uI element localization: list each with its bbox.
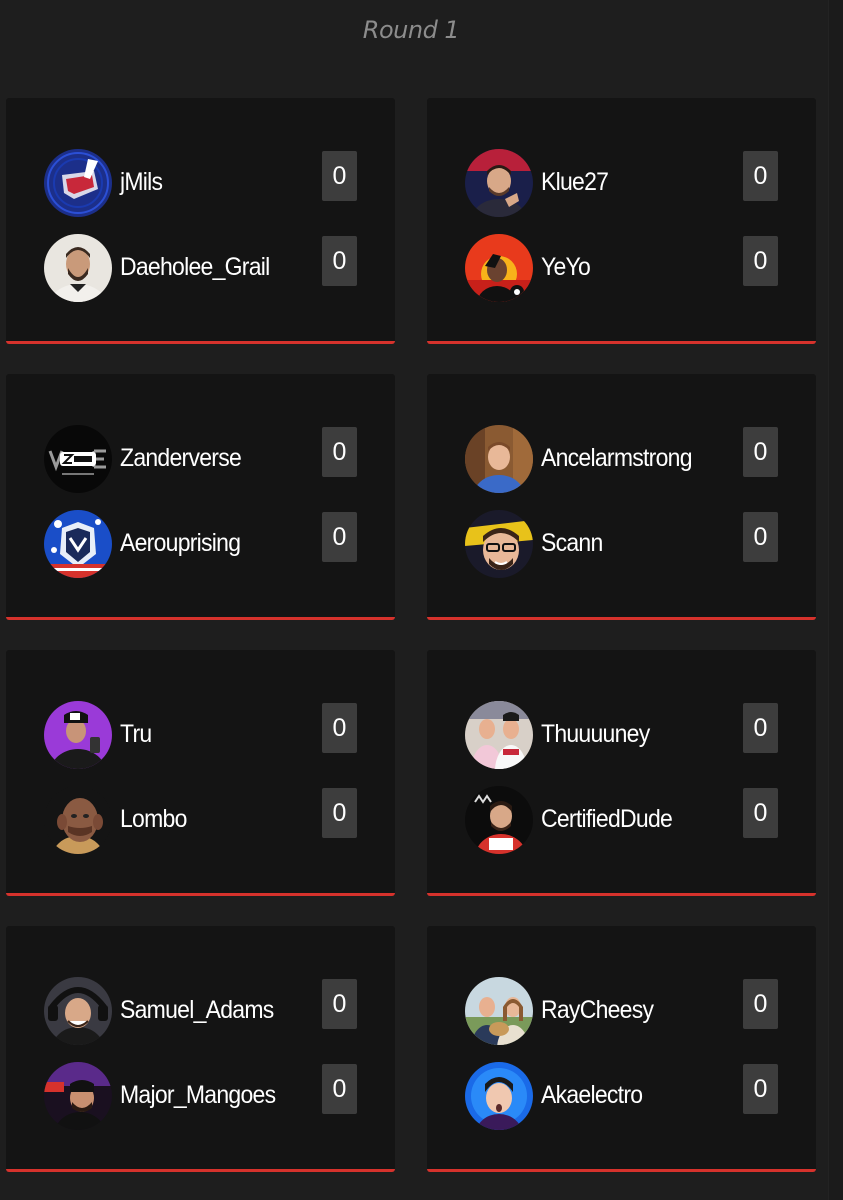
profile-photo-avatar [465, 1062, 533, 1130]
match-card[interactable]: Klue27 0 YeYo 0 [427, 98, 816, 344]
profile-photo-avatar [44, 234, 112, 302]
player-row[interactable]: RayCheesy 0 [465, 977, 778, 1047]
profile-photo-avatar [44, 786, 112, 854]
player-score: 0 [743, 979, 778, 1029]
jmils-logo-avatar [44, 149, 112, 217]
player-row[interactable]: Thuuuuney 0 [465, 701, 778, 771]
player-name: jMils [120, 168, 163, 196]
match-card[interactable]: Tru 0 Lombo 0 [6, 650, 395, 896]
match-card[interactable]: Zanderverse 0 Aerouprising 0 [6, 374, 395, 620]
player-name: Daeholee_Grail [120, 253, 270, 281]
player-row[interactable]: Major_Mangoes 0 [44, 1062, 357, 1132]
player-name: Tru [120, 720, 152, 748]
zander-logo-avatar [44, 425, 112, 493]
profile-photo-avatar [465, 701, 533, 769]
player-score: 0 [322, 512, 357, 562]
player-row[interactable]: Ancelarmstrong 0 [465, 425, 778, 495]
player-name: YeYo [541, 253, 591, 281]
player-row[interactable]: Akaelectro 0 [465, 1062, 778, 1132]
match-card[interactable]: RayCheesy 0 Akaelectro 0 [427, 926, 816, 1172]
player-name: CertifiedDude [541, 805, 673, 833]
player-row[interactable]: Daeholee_Grail 0 [44, 234, 357, 304]
match-card[interactable]: Samuel_Adams 0 Major_Mangoes 0 [6, 926, 395, 1172]
player-row[interactable]: Samuel_Adams 0 [44, 977, 357, 1047]
player-score: 0 [743, 1064, 778, 1114]
player-score: 0 [322, 236, 357, 286]
player-row[interactable]: Zanderverse 0 [44, 425, 357, 495]
profile-photo-avatar [465, 425, 533, 493]
player-score: 0 [322, 788, 357, 838]
player-score: 0 [322, 703, 357, 753]
profile-photo-avatar [44, 977, 112, 1045]
match-card[interactable]: Thuuuuney 0 CertifiedDude 0 [427, 650, 816, 896]
player-score: 0 [322, 151, 357, 201]
player-row[interactable]: Scann 0 [465, 510, 778, 580]
player-name: Akaelectro [541, 1081, 643, 1109]
profile-photo-avatar [465, 149, 533, 217]
player-name: Samuel_Adams [120, 996, 274, 1024]
player-score: 0 [743, 788, 778, 838]
player-score: 0 [743, 151, 778, 201]
player-name: Ancelarmstrong [541, 444, 693, 472]
profile-photo-avatar [465, 234, 533, 302]
profile-photo-avatar [44, 1062, 112, 1130]
page-scrollbar[interactable] [828, 0, 843, 1200]
player-row[interactable]: Lombo 0 [44, 786, 357, 856]
player-row[interactable]: Tru 0 [44, 701, 357, 771]
profile-photo-avatar [465, 786, 533, 854]
player-row[interactable]: CertifiedDude 0 [465, 786, 778, 856]
player-score: 0 [322, 979, 357, 1029]
player-name: Aerouprising [120, 529, 241, 557]
player-score: 0 [743, 512, 778, 562]
player-name: Major_Mangoes [120, 1081, 276, 1109]
player-row[interactable]: Aerouprising 0 [44, 510, 357, 580]
profile-photo-avatar [465, 977, 533, 1045]
player-name: Thuuuuney [541, 720, 650, 748]
profile-photo-avatar [465, 510, 533, 578]
aero-logo-avatar [44, 510, 112, 578]
match-card[interactable]: Ancelarmstrong 0 Scann 0 [427, 374, 816, 620]
round-title: Round 1 [362, 16, 460, 44]
profile-photo-avatar [44, 701, 112, 769]
player-name: Scann [541, 529, 603, 557]
match-card[interactable]: jMils 0 Daeholee_Grail 0 [6, 98, 395, 344]
player-score: 0 [743, 427, 778, 477]
player-name: Lombo [120, 805, 187, 833]
player-row[interactable]: YeYo 0 [465, 234, 778, 304]
player-row[interactable]: jMils 0 [44, 149, 357, 219]
player-name: Klue27 [541, 168, 609, 196]
player-score: 0 [743, 703, 778, 753]
player-score: 0 [322, 427, 357, 477]
player-name: Zanderverse [120, 444, 242, 472]
player-row[interactable]: Klue27 0 [465, 149, 778, 219]
player-score: 0 [743, 236, 778, 286]
player-score: 0 [322, 1064, 357, 1114]
player-name: RayCheesy [541, 996, 654, 1024]
